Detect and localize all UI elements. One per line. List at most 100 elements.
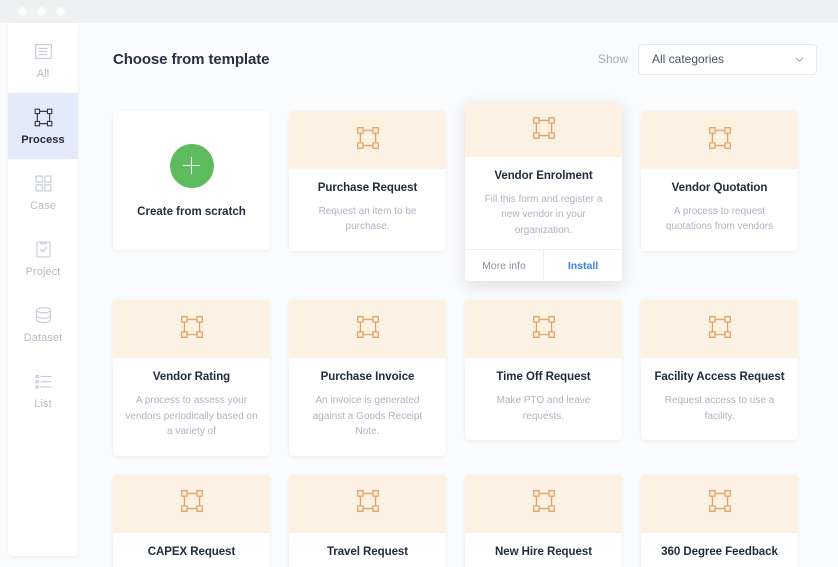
template-card[interactable]: Vendor Enrolment Fill this form and regis… <box>465 103 622 281</box>
clipboard-check-icon <box>32 239 54 261</box>
card-title: Facility Access Request <box>652 370 787 385</box>
plus-icon[interactable] <box>170 144 214 188</box>
process-flow-icon <box>179 314 205 345</box>
card-description: Fill this form and register a new vendor… <box>476 192 611 239</box>
card-actions: More infoInstall <box>465 249 622 281</box>
window-controls <box>18 7 65 16</box>
card-title: Vendor Rating <box>124 370 259 385</box>
database-icon <box>32 305 54 327</box>
process-flow-icon <box>355 314 381 345</box>
sidebar-item-label: Case <box>30 201 56 212</box>
app-window: All Process Case Project Dataset List Choose … <box>0 0 838 567</box>
card-body: Purchase Invoice An invoice is generated … <box>289 358 446 455</box>
template-card[interactable]: New Hire RequestRaise a request to hire … <box>465 475 622 567</box>
template-row: CAPEX RequestRequest to get a capital ex… <box>113 475 819 567</box>
list-lines-icon <box>32 41 54 63</box>
card-banner <box>289 300 446 358</box>
card-description: Make PTO and leave requests. <box>476 393 611 424</box>
card-body: 360 Degree FeedbackA process to gather f… <box>641 533 798 567</box>
template-card[interactable]: Time Off Request Make PTO and leave reque… <box>465 300 622 440</box>
card-body: New Hire RequestRaise a request to hire … <box>465 533 622 567</box>
scratch-card-inner: Create from scratch <box>113 111 270 250</box>
card-description: An invoice is generated against a Goods … <box>300 393 435 440</box>
card-body: Vendor Enrolment Fill this form and regis… <box>465 157 622 249</box>
template-card[interactable]: Travel RequestRequest assistance for an … <box>289 475 446 567</box>
process-flow-icon <box>355 488 381 519</box>
category-filter: Show All categories <box>598 44 817 75</box>
card-title: CAPEX Request <box>124 545 259 560</box>
sidebar-item-all[interactable]: All <box>8 27 78 93</box>
bullet-list-icon <box>32 371 54 393</box>
card-title: Travel Request <box>300 545 435 560</box>
window-titlebar <box>0 0 838 23</box>
card-body: Purchase Request Request an item to be pu… <box>289 169 446 251</box>
close-dot[interactable] <box>18 7 27 16</box>
main-header: Choose from template Show All categories <box>113 41 817 77</box>
card-title: Time Off Request <box>476 370 611 385</box>
scratch-card-label: Create from scratch <box>137 206 246 218</box>
card-description: Request an item to be purchase. <box>300 204 435 235</box>
sidebar-item-dataset[interactable]: Dataset <box>8 291 78 357</box>
card-title: Purchase Invoice <box>300 370 435 385</box>
card-banner <box>289 111 446 169</box>
card-banner <box>289 475 446 533</box>
card-description: Request access to use a facility. <box>652 393 787 424</box>
install-button[interactable]: Install <box>544 250 622 281</box>
sidebar-item-process[interactable]: Process <box>8 93 78 159</box>
process-flow-icon <box>531 314 557 345</box>
card-body: Facility Access Request Request access to… <box>641 358 798 440</box>
card-title: New Hire Request <box>476 545 611 560</box>
process-flow-icon <box>32 107 54 129</box>
card-description: A process to request quotations from ven… <box>652 204 787 235</box>
card-title: 360 Degree Feedback <box>652 545 787 560</box>
card-title: Vendor Quotation <box>652 181 787 196</box>
card-body: Vendor Quotation A process to request quo… <box>641 169 798 251</box>
main-panel: Choose from template Show All categories… <box>86 23 838 567</box>
minimize-dot[interactable] <box>37 7 46 16</box>
create-from-scratch-card[interactable]: Create from scratch <box>113 111 270 250</box>
sidebar-item-label: All <box>37 69 50 80</box>
sidebar-item-label: Project <box>26 267 61 278</box>
card-title: Vendor Enrolment <box>476 169 611 184</box>
grid-squares-icon <box>32 173 54 195</box>
card-banner <box>465 300 622 358</box>
process-flow-icon <box>531 115 557 146</box>
card-banner <box>641 475 798 533</box>
card-body: Vendor Rating A process to assess your ve… <box>113 358 270 455</box>
template-card[interactable]: Facility Access Request Request access to… <box>641 300 798 440</box>
category-select[interactable]: All categories <box>638 44 817 75</box>
process-flow-icon <box>707 125 733 156</box>
template-row: Create from scratch Purchase Request Reque… <box>113 111 819 281</box>
process-flow-icon <box>179 488 205 519</box>
sidebar-item-project[interactable]: Project <box>8 225 78 291</box>
filter-label: Show <box>598 52 628 66</box>
card-body: Time Off Request Make PTO and leave reque… <box>465 358 622 440</box>
template-card[interactable]: Vendor Quotation A process to request quo… <box>641 111 798 251</box>
template-card[interactable]: Purchase Invoice An invoice is generated … <box>289 300 446 455</box>
card-title: Purchase Request <box>300 181 435 196</box>
template-card[interactable]: 360 Degree FeedbackA process to gather f… <box>641 475 798 567</box>
sidebar-item-label: List <box>34 399 52 410</box>
template-row: Vendor Rating A process to assess your ve… <box>113 300 819 455</box>
card-description: A process to assess your vendors periodi… <box>124 393 259 440</box>
card-banner <box>113 300 270 358</box>
maximize-dot[interactable] <box>56 7 65 16</box>
category-select-value: All categories <box>652 52 724 66</box>
template-grid: Create from scratch Purchase Request Reque… <box>113 111 819 567</box>
template-card[interactable]: CAPEX RequestRequest to get a capital ex… <box>113 475 270 567</box>
template-card[interactable]: Purchase Request Request an item to be pu… <box>289 111 446 251</box>
sidebar-item-case[interactable]: Case <box>8 159 78 225</box>
more-info-button[interactable]: More info <box>465 250 543 281</box>
sidebar-item-list[interactable]: List <box>8 357 78 423</box>
page-title: Choose from template <box>113 51 269 68</box>
process-flow-icon <box>531 488 557 519</box>
process-flow-icon <box>707 488 733 519</box>
template-card[interactable]: Vendor Rating A process to assess your ve… <box>113 300 270 455</box>
process-flow-icon <box>355 125 381 156</box>
workspace: All Process Case Project Dataset List Choose … <box>0 23 838 567</box>
sidebar: All Process Case Project Dataset List <box>8 23 78 556</box>
card-banner <box>465 103 622 157</box>
process-flow-icon <box>707 314 733 345</box>
sidebar-item-label: Process <box>21 135 65 146</box>
card-body: CAPEX RequestRequest to get a capital ex… <box>113 533 270 567</box>
